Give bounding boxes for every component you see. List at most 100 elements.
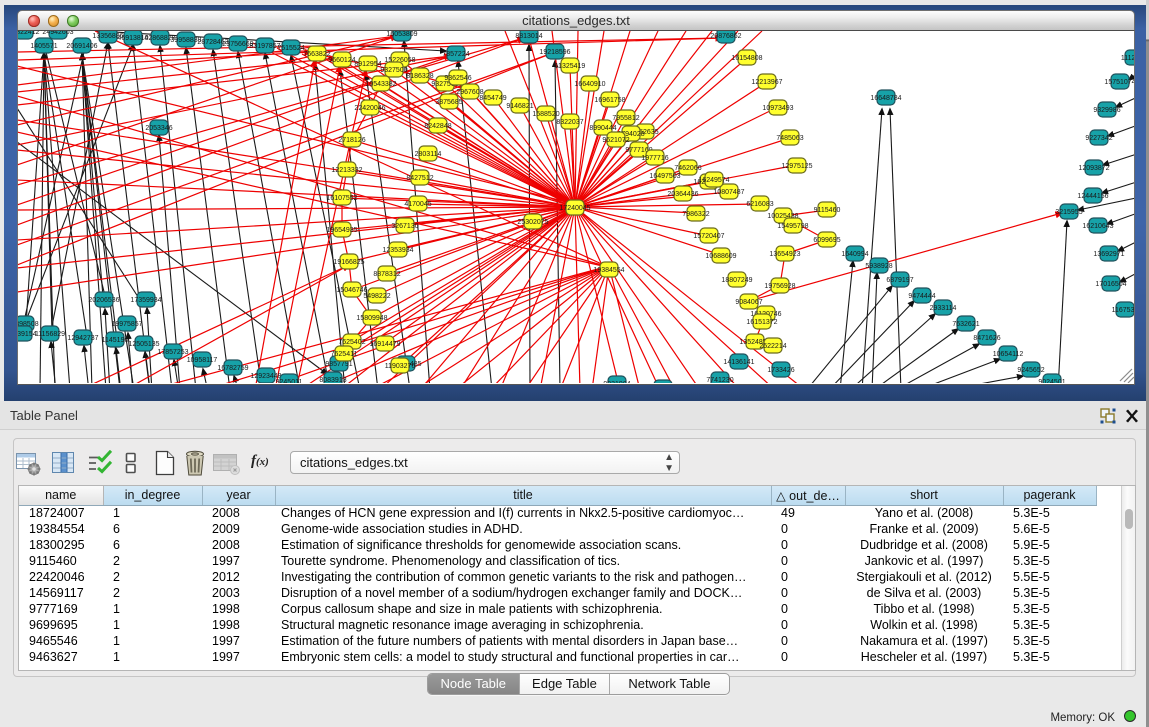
svg-text:17857253: 17857253	[157, 349, 188, 356]
svg-text:9362546: 9362546	[444, 75, 471, 82]
svg-text:17240045: 17240045	[559, 205, 590, 212]
svg-text:16151372: 16151372	[746, 319, 777, 326]
svg-text:9329986: 9329986	[1093, 107, 1120, 114]
svg-text:11156829: 11156829	[35, 331, 65, 338]
svg-text:4170045: 4170045	[404, 201, 431, 208]
svg-text:1145190: 1145190	[102, 337, 129, 344]
svg-text:2933114: 2933114	[930, 305, 957, 312]
svg-text:15720407: 15720407	[693, 233, 724, 240]
svg-text:8322037: 8322037	[556, 119, 583, 126]
svg-text:12975125: 12975125	[781, 163, 812, 170]
svg-text:9474444: 9474444	[908, 293, 935, 300]
svg-text:3875685: 3875685	[435, 99, 462, 106]
svg-text:20691406: 20691406	[66, 43, 97, 50]
svg-text:15809948: 15809948	[356, 315, 387, 322]
svg-text:15495798: 15495798	[777, 223, 808, 230]
svg-text:16640910: 16640910	[574, 81, 605, 88]
svg-text:10688609: 10688609	[705, 253, 736, 260]
svg-text:16249574: 16249574	[698, 177, 729, 184]
svg-text:20206536: 20206536	[88, 297, 119, 304]
svg-text:9227342: 9227342	[1085, 135, 1112, 142]
svg-text:12444156: 12444156	[1077, 193, 1108, 200]
svg-text:17016504: 17016504	[1095, 281, 1126, 288]
svg-text:7625402: 7625402	[338, 339, 365, 346]
svg-text:12505135: 12505135	[128, 341, 159, 348]
svg-text:9245652: 9245652	[1017, 367, 1044, 374]
svg-text:10973493: 10973493	[762, 105, 793, 112]
svg-text:9327500: 9327500	[380, 67, 407, 74]
svg-text:8427512: 8427512	[406, 175, 433, 182]
svg-text:9245011: 9245011	[276, 379, 303, 383]
svg-text:15751074: 15751074	[1104, 79, 1134, 86]
svg-text:17359934: 17359934	[130, 297, 161, 304]
svg-text:16497503: 16497503	[649, 173, 680, 180]
svg-text:3267130: 3267130	[391, 223, 418, 230]
svg-text:20876862: 20876862	[710, 33, 741, 40]
svg-text:7663822: 7663822	[303, 51, 330, 58]
svg-text:19166825: 19166825	[333, 259, 364, 266]
svg-text:1640994: 1640994	[841, 251, 868, 258]
svg-text:5498222: 5498222	[363, 293, 390, 300]
svg-text:25302075: 25302075	[517, 219, 548, 226]
svg-text:20364436: 20364436	[667, 191, 698, 198]
svg-text:16782759: 16782759	[217, 365, 248, 372]
svg-text:7515524: 7515524	[277, 45, 304, 52]
svg-text:2522214: 2522214	[759, 343, 786, 350]
svg-text:16961758: 16961758	[594, 97, 625, 104]
svg-text:10807487: 10807487	[713, 189, 744, 196]
svg-text:16210643: 16210643	[1082, 223, 1113, 230]
svg-text:16914479: 16914479	[369, 341, 400, 348]
svg-text:8083913: 8083913	[319, 377, 346, 383]
svg-text:7632621: 7632621	[952, 321, 979, 328]
svg-text:9031904: 9031904	[603, 381, 630, 383]
svg-text:1167534: 1167534	[1112, 307, 1134, 314]
svg-text:83197857: 83197857	[249, 43, 280, 50]
svg-text:12353934: 12353934	[382, 247, 413, 254]
svg-text:10654112: 10654112	[993, 351, 1024, 358]
svg-text:2718126: 2718126	[338, 137, 365, 144]
svg-text:8242848: 8242848	[424, 123, 451, 130]
svg-text:9084067: 9084067	[735, 299, 762, 306]
svg-text:95822412: 95822412	[18, 31, 40, 36]
svg-text:1112043: 1112043	[1121, 55, 1134, 62]
svg-text:8813014: 8813014	[515, 33, 542, 40]
svg-text:11325419: 11325419	[555, 63, 586, 70]
svg-text:16053809: 16053809	[386, 31, 417, 38]
svg-text:19975857: 19975857	[111, 321, 142, 328]
svg-text:6216083: 6216083	[746, 201, 773, 208]
svg-text:9024501: 9024501	[1038, 379, 1065, 383]
svg-text:1405571: 1405571	[30, 43, 57, 50]
svg-text:9857791: 9857791	[325, 361, 352, 368]
svg-text:7485063: 7485063	[776, 135, 803, 142]
svg-text:2053346: 2053346	[145, 125, 172, 132]
svg-text:8878312: 8878312	[373, 271, 400, 278]
svg-text:3215955: 3215955	[1055, 209, 1082, 216]
svg-text:19218596: 19218596	[539, 49, 570, 56]
svg-text:6879197: 6879197	[886, 277, 913, 284]
svg-text:10543382: 10543382	[365, 81, 396, 88]
svg-text:2803114: 2803114	[415, 151, 442, 158]
svg-text:11903276: 11903276	[385, 363, 416, 370]
svg-text:16648784: 16648784	[870, 95, 901, 102]
svg-text:12213967: 12213967	[751, 79, 782, 86]
svg-text:19654935: 19654935	[326, 227, 357, 234]
svg-text:19384554: 19384554	[593, 267, 624, 274]
svg-text:12213332: 12213332	[331, 167, 362, 174]
svg-text:7857224: 7857224	[442, 51, 469, 58]
svg-text:18807249: 18807249	[721, 277, 752, 284]
svg-text:8454749: 8454749	[479, 95, 506, 102]
svg-text:24942603: 24942603	[42, 31, 73, 36]
svg-text:7986322: 7986322	[682, 211, 709, 218]
svg-text:12093872: 12093872	[1078, 165, 1109, 172]
svg-text:7462066: 7462066	[674, 165, 701, 172]
svg-text:22420046: 22420046	[354, 105, 385, 112]
svg-text:7741230: 7741230	[706, 377, 733, 383]
svg-text:8471626: 8471626	[973, 335, 1000, 342]
svg-text:10958117: 10958117	[187, 357, 218, 364]
svg-text:9115460: 9115460	[814, 207, 841, 214]
svg-text:8990444: 8990444	[589, 125, 616, 132]
svg-text:13692971: 13692971	[1093, 251, 1124, 258]
svg-text:5938928: 5938928	[865, 263, 892, 270]
svg-text:14136141: 14136141	[723, 359, 754, 366]
svg-text:1939154: 1939154	[18, 331, 37, 338]
